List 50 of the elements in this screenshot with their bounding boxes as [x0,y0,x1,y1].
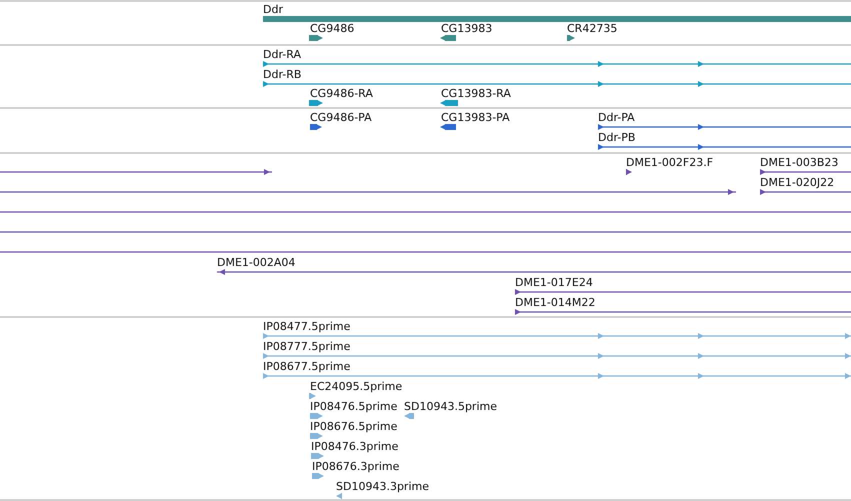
feature-label: Ddr-PB [598,131,636,144]
feature-label: DME1-020J22 [760,176,834,189]
feature-label: DME1-017E24 [515,276,593,289]
transcript-line[interactable] [598,124,851,130]
feature-label: CG9486 [310,22,354,35]
feature-label: Ddr-PA [598,111,635,124]
feature-label: IP08477.5prime [263,320,350,333]
feature-label: DME1-014M22 [515,296,596,309]
feature-label: Ddr-RA [263,48,301,61]
feature-glyph[interactable] [440,35,456,41]
transcript-line[interactable] [263,81,851,87]
feature-label: CG13983-PA [441,111,510,124]
feature-label: CG13983-RA [441,87,511,100]
transcript-line[interactable] [760,169,851,175]
feature-label: SD10943.5prime [404,400,497,413]
feature-glyph[interactable] [309,35,323,41]
feature-label: Ddr [263,3,283,16]
feature-label: IP08476.5prime [310,400,398,413]
feature-glyph[interactable] [440,100,458,106]
feature-label: CG13983 [441,22,492,35]
transcript-line[interactable] [515,309,851,315]
feature-label: SD10943.3prime [336,480,429,493]
feature-label: CG9486-PA [310,111,372,124]
feature-label: IP08476.3prime [311,440,398,453]
transcript-line[interactable] [598,144,851,150]
transcript-line[interactable] [760,189,851,195]
feature-label: CR42735 [567,22,618,35]
feature-label: Ddr-RB [263,68,302,81]
transcript-line[interactable] [0,251,851,253]
transcript-line[interactable] [515,289,851,295]
feature-glyph[interactable] [310,124,322,130]
transcript-line[interactable] [0,189,736,195]
feature-label: CG9486-RA [310,87,373,100]
feature-glyph[interactable] [309,100,323,106]
feature-label: IP08677.5prime [263,360,350,373]
feature-label: IP08777.5prime [263,340,350,353]
transcript-line[interactable] [263,61,851,67]
feature-label: IP08676.3prime [312,460,400,473]
transcript-line[interactable] [217,269,851,275]
feature-label: IP08676.5prime [310,420,398,433]
transcript-line[interactable] [0,211,851,213]
feature-label: EC24095.5prime [310,380,402,393]
transcript-line[interactable] [0,169,272,175]
feature-glyph[interactable] [626,169,632,175]
feature-glyph[interactable] [440,124,456,130]
feature-glyph[interactable] [567,35,575,41]
feature-label: DME1-003B23 [760,156,838,169]
feature-label: DME1-002F23.F [626,156,714,169]
feature-label: DME1-002A04 [217,256,296,269]
transcript-line[interactable] [0,231,851,233]
